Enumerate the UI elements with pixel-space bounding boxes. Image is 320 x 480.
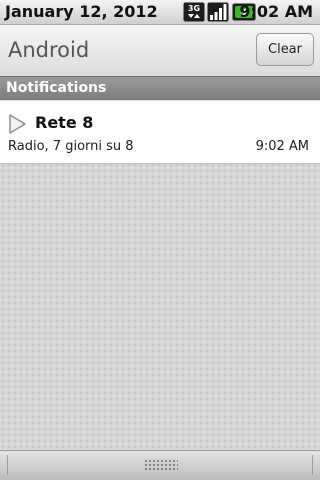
- 3g-icon: 3G: [183, 2, 205, 22]
- notifications-header-label: Notifications: [6, 80, 107, 96]
- status-bar[interactable]: January 12, 2012 3G 9:02 AM: [0, 0, 320, 25]
- status-date: January 12, 2012: [5, 2, 158, 21]
- status-time: 9:02 AM: [239, 2, 313, 21]
- signal-icon: [207, 2, 229, 22]
- title-bar: Android Clear: [0, 25, 320, 76]
- notification-shade-handle[interactable]: [0, 450, 320, 480]
- play-icon: [9, 114, 26, 134]
- grip-handle-icon: [144, 459, 178, 471]
- clear-button[interactable]: Clear: [256, 33, 314, 66]
- notification-time: 9:02 AM: [255, 139, 309, 154]
- notification-item[interactable]: Rete 8 Radio, 7 giorni su 8 9:02 AM: [0, 101, 320, 164]
- app-title: Android: [8, 38, 90, 62]
- svg-text:3G: 3G: [188, 4, 200, 13]
- notification-title: Rete 8: [35, 113, 94, 132]
- notification-text: Radio, 7 giorni su 8: [8, 139, 134, 154]
- notifications-header: Notifications: [0, 76, 320, 100]
